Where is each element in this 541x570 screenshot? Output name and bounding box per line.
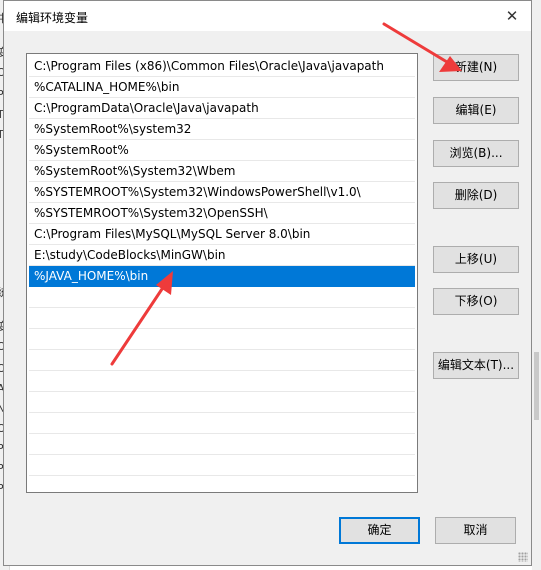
list-item[interactable]: C:\Program Files\MySQL\MySQL Server 8.0\… (29, 224, 415, 245)
resize-grip-icon[interactable] (518, 552, 528, 562)
close-icon[interactable]: ✕ (499, 4, 525, 28)
empty-list-row[interactable] (29, 371, 415, 392)
list-item[interactable]: %SYSTEMROOT%\System32\WindowsPowerShell\… (29, 182, 415, 203)
move-down-button[interactable]: 下移(O) (433, 288, 519, 315)
list-item[interactable]: %SystemRoot%\System32\Wbem (29, 161, 415, 182)
edit-text-button[interactable]: 编辑文本(T)... (433, 352, 519, 379)
empty-list-row[interactable] (29, 350, 415, 371)
browse-button[interactable]: 浏览(B)... (433, 140, 519, 167)
empty-list-row[interactable] (29, 434, 415, 455)
background-scrollbar-thumb (534, 352, 539, 420)
list-item[interactable]: %CATALINA_HOME%\bin (29, 77, 415, 98)
move-up-button[interactable]: 上移(U) (433, 246, 519, 273)
new-button[interactable]: 新建(N) (433, 54, 519, 81)
empty-list-row[interactable] (29, 392, 415, 413)
list-item[interactable]: C:\Program Files (x86)\Common Files\Orac… (29, 56, 415, 77)
path-entries-list[interactable]: C:\Program Files (x86)\Common Files\Orac… (26, 53, 418, 493)
list-item[interactable]: %SystemRoot%\system32 (29, 119, 415, 140)
dialog-title: 编辑环境变量 (16, 11, 89, 25)
ok-button[interactable]: 确定 (339, 517, 420, 544)
list-item[interactable]: C:\ProgramData\Oracle\Java\javapath (29, 98, 415, 119)
empty-list-row[interactable] (29, 287, 415, 308)
edit-environment-variable-dialog: 编辑环境变量 ✕ C:\Program Files (x86)\Common F… (3, 0, 532, 566)
empty-list-row[interactable] (29, 413, 415, 434)
list-item[interactable]: E:\study\CodeBlocks\MinGW\bin (29, 245, 415, 266)
title-bar[interactable]: 编辑环境变量 ✕ (4, 1, 531, 31)
list-item[interactable]: %SYSTEMROOT%\System32\OpenSSH\ (29, 203, 415, 224)
list-item[interactable]: %SystemRoot% (29, 140, 415, 161)
edit-button[interactable]: 编辑(E) (433, 97, 519, 124)
empty-list-row[interactable] (29, 308, 415, 329)
background-window-right-edge (532, 0, 541, 570)
list-item-selected[interactable]: %JAVA_HOME%\bin (29, 266, 415, 287)
delete-button[interactable]: 删除(D) (433, 182, 519, 209)
empty-list-row[interactable] (29, 455, 415, 476)
cancel-button[interactable]: 取消 (435, 517, 516, 544)
empty-list-row[interactable] (29, 329, 415, 350)
